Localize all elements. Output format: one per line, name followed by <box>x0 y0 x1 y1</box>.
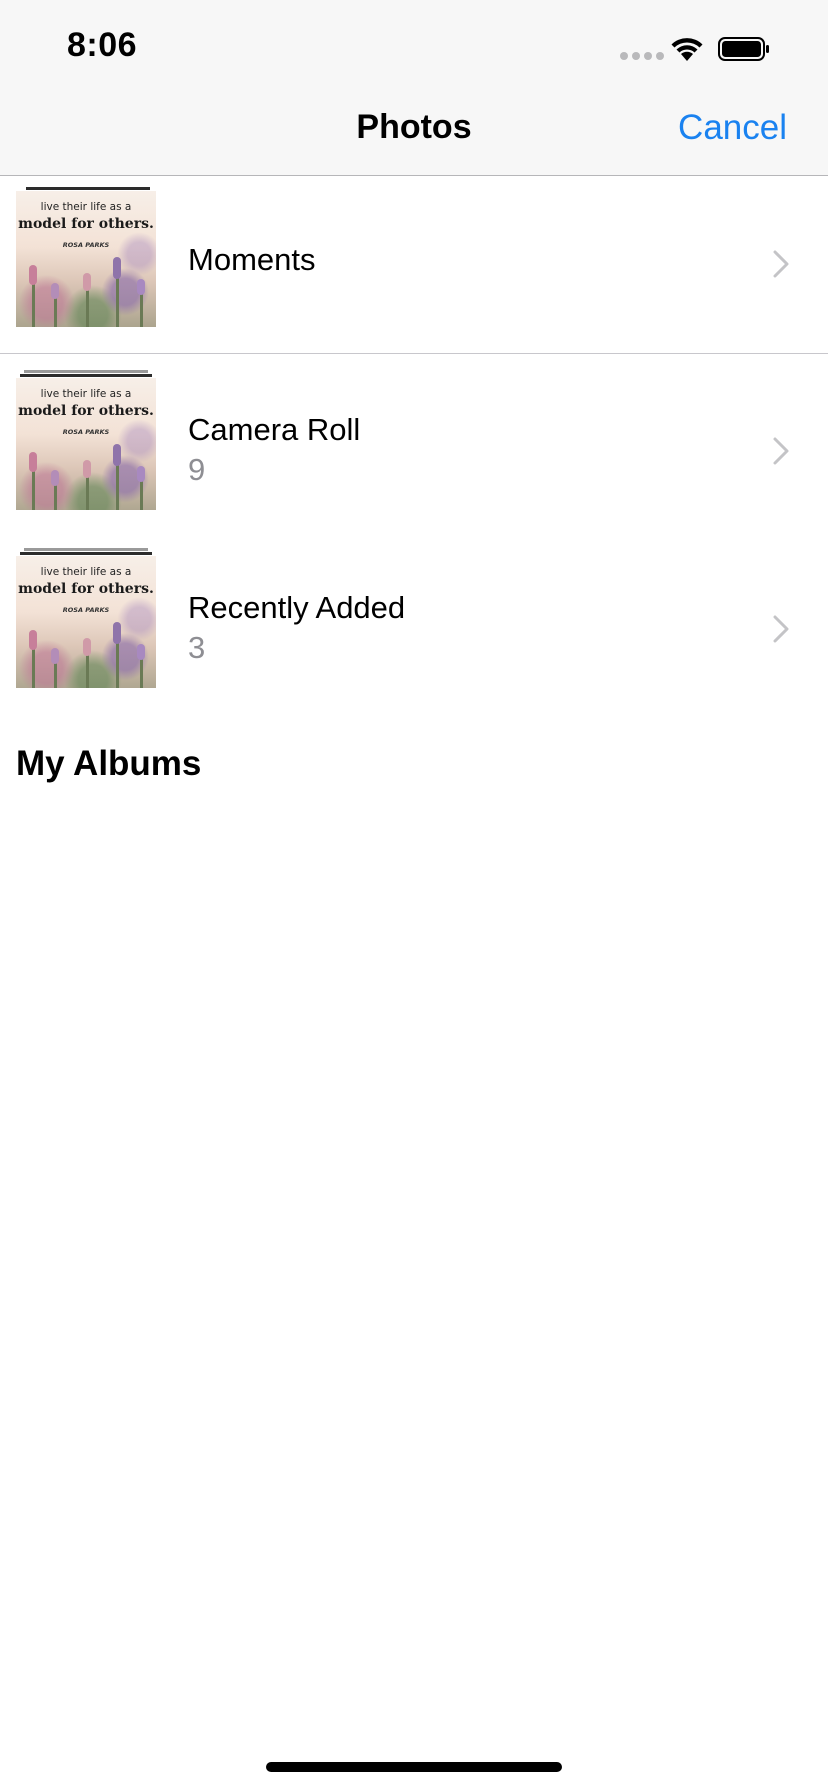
album-row-recently-added[interactable]: live their life as a model for others. R… <box>0 538 828 708</box>
home-indicator[interactable] <box>266 1762 562 1772</box>
divider <box>0 353 828 354</box>
status-time: 8:06 <box>67 26 138 64</box>
thumbnail-caption: model for others. <box>18 216 154 232</box>
thumbnail-caption: model for others. <box>18 581 154 597</box>
album-title: Camera Roll <box>188 412 361 447</box>
album-row-moments[interactable]: live their life as a model for others. R… <box>0 177 828 353</box>
thumbnail-caption: ROSA PARKS <box>62 428 110 436</box>
wifi-icon <box>671 38 703 61</box>
thumbnail-caption: ROSA PARKS <box>62 606 110 614</box>
album-count: 9 <box>188 452 206 487</box>
photo-picker-screen: 8:06 Photos Cancel live their life as a … <box>0 0 828 1792</box>
album-thumbnail: live their life as a model for others. R… <box>16 370 156 510</box>
album-title: Recently Added <box>188 590 406 625</box>
album-row-camera-roll[interactable]: live their life as a model for others. R… <box>0 360 828 530</box>
section-title-my-albums: My Albums <box>16 744 202 783</box>
album-thumbnail: live their life as a model for others. R… <box>16 187 156 327</box>
thumbnail-caption: ROSA PARKS <box>62 241 110 249</box>
navigation-bar: 8:06 Photos Cancel <box>0 0 828 176</box>
thumbnail-caption: live their life as a <box>40 201 132 213</box>
album-thumbnail: live their life as a model for others. R… <box>16 548 156 688</box>
cellular-signal-icon <box>620 52 664 60</box>
thumbnail-caption: live their life as a <box>40 566 132 578</box>
thumbnail-caption: live their life as a <box>40 388 132 400</box>
album-title: Moments <box>188 242 316 277</box>
status-indicators <box>598 34 798 64</box>
thumbnail-caption: model for others. <box>18 403 154 419</box>
battery-icon <box>718 37 769 61</box>
cancel-button[interactable]: Cancel <box>678 108 787 148</box>
chevron-right-icon <box>773 437 789 465</box>
album-count: 3 <box>188 630 206 665</box>
chevron-right-icon <box>773 250 789 278</box>
chevron-right-icon <box>773 615 789 643</box>
